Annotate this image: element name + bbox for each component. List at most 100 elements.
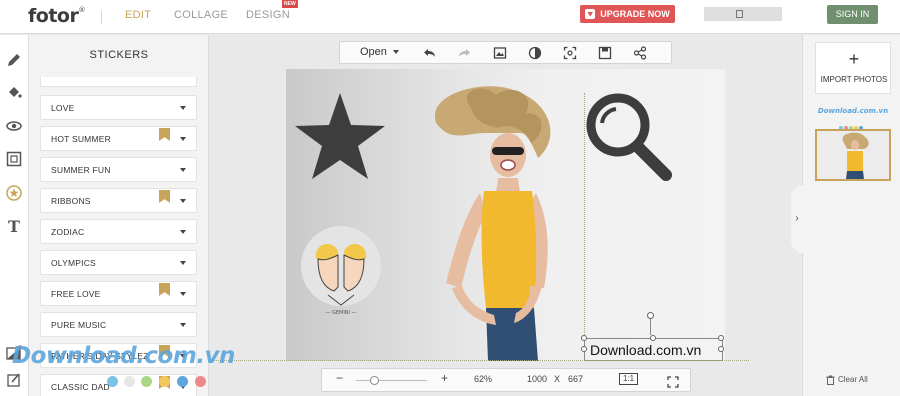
resize-handle[interactable] [581,335,587,341]
left-toolbar: T [0,35,29,396]
chevron-right-icon[interactable]: › [791,185,803,253]
category-label: CLASSIC DAD [51,382,110,392]
resize-handle[interactable] [581,346,587,352]
fotor-logo[interactable]: fotor® [28,5,85,27]
category-ribbons[interactable]: RIBBONS [40,188,197,213]
paint-bucket-icon[interactable] [6,84,22,100]
zoom-out-button[interactable]: − [336,371,343,385]
share-icon[interactable] [633,46,647,60]
chevron-down-icon [180,199,186,203]
photo-thumbnail[interactable] [815,129,891,181]
zoom-slider[interactable] [356,380,427,381]
gemini-sticker[interactable]: — GEMINI — [298,225,384,321]
chevron-down-icon [180,323,186,327]
fit-icon[interactable] [563,46,577,60]
category-olympics[interactable]: OLYMPICS [40,250,197,275]
frame-icon[interactable] [6,151,22,167]
premium-bookmark-icon [159,128,170,141]
gemini-label: — GEMINI — [325,310,356,316]
resize-handle[interactable] [718,335,724,341]
chevron-down-icon [180,230,186,234]
resize-handle[interactable] [718,346,724,352]
save-icon[interactable] [598,46,612,60]
category-label: LOVE [51,103,75,113]
premium-bookmark-icon [159,283,170,296]
rotate-handle[interactable] [647,312,654,319]
rotate-line [650,317,651,335]
category-row-partial[interactable] [40,77,197,87]
fullscreen-icon[interactable] [667,375,679,393]
zoom-bar: − + 62% 1000 X 667 1:1 [321,368,691,392]
compare-icon[interactable] [528,46,542,60]
sticker-icon[interactable] [6,185,22,201]
upgrade-button[interactable]: UPGRADE NOW [580,5,675,23]
plus-icon: + [848,49,860,69]
premium-bookmark-icon [159,190,170,203]
editor-toolbar: Open [339,41,672,64]
dimension-separator: X [554,374,561,384]
category-label: HOT SUMMER [51,134,111,144]
category-label: OLYMPICS [51,258,96,268]
chevron-down-icon [180,137,186,141]
right-panel: › + IMPORT PHOTOS Download.com.vn Clear … [791,35,900,396]
category-love[interactable]: LOVE [40,95,197,120]
tab-edit[interactable]: EDIT [125,9,151,21]
woman-photo [434,86,551,361]
stickers-panel: STICKERS LOVE HOT SUMMER SUMMER FUN RIBB… [29,35,209,396]
tab-design[interactable]: DESIGN [246,9,290,21]
text-box[interactable]: Download.com.vn [581,312,724,361]
category-label: ZODIAC [51,227,85,237]
category-hot-summer[interactable]: HOT SUMMER [40,126,197,151]
workspace: Open — GEMINI — Download.com.vn − + 62% … [209,35,802,396]
watermark-logo: Download.com.vn [12,343,235,369]
trash-icon [826,375,835,385]
caret-down-icon [392,50,399,55]
zoom-value: 62% [474,374,493,384]
panel-title: STICKERS [89,49,149,61]
category-summer-fun[interactable]: SUMMER FUN [40,157,197,182]
zoom-slider-knob[interactable] [370,376,379,385]
category-label: PURE MUSIC [51,320,107,330]
image-icon[interactable] [493,46,507,60]
clear-all-button[interactable]: Clear All [826,375,868,385]
open-menu[interactable]: Open [360,46,399,58]
import-photos-label: IMPORT PHOTOS [820,75,888,84]
actual-size-button[interactable]: 1:1 [619,373,639,385]
chevron-down-icon [180,168,186,172]
chevron-down-icon [180,292,186,296]
image-height: 667 [568,374,584,384]
alignment-guide [209,360,749,361]
new-badge: NEW [282,0,298,8]
photo-canvas[interactable]: — GEMINI — Download.com.vn [286,69,725,361]
alignment-guide [584,93,585,361]
signin-button[interactable]: SIGN IN [827,5,878,24]
magnifier-sticker[interactable] [584,91,676,183]
category-free-love[interactable]: FREE LOVE [40,281,197,306]
chevron-down-icon [180,261,186,265]
category-zodiac[interactable]: ZODIAC [40,219,197,244]
text-icon[interactable]: T [6,219,22,235]
tab-collage[interactable]: COLLAGE [174,9,228,21]
star-sticker[interactable] [293,91,387,183]
undo-icon[interactable] [423,46,437,60]
category-classic-dad[interactable]: CLASSIC DAD [40,374,197,396]
pencil-icon[interactable] [6,52,22,68]
import-photos-button[interactable]: + IMPORT PHOTOS [815,42,891,94]
category-label: SUMMER FUN [51,165,111,175]
category-label: RIBBONS [51,196,91,206]
text-box-content: Download.com.vn [590,342,702,358]
redo-icon[interactable] [457,46,471,60]
edit-icon[interactable] [6,372,22,388]
top-bar: fotor® EDIT COLLAGE DESIGN NEW UPGRADE N… [0,0,900,34]
chevron-down-icon [180,106,186,110]
document-icon [736,10,743,18]
watermark-small: Download.com.vn [817,107,889,115]
divider [101,11,102,24]
zoom-in-button[interactable]: + [441,371,448,385]
category-pure-music[interactable]: PURE MUSIC [40,312,197,337]
category-label: FREE LOVE [51,289,101,299]
account-area[interactable] [704,7,782,21]
resize-handle[interactable] [650,335,656,341]
diamond-icon [585,8,596,19]
eye-icon[interactable] [6,118,22,134]
